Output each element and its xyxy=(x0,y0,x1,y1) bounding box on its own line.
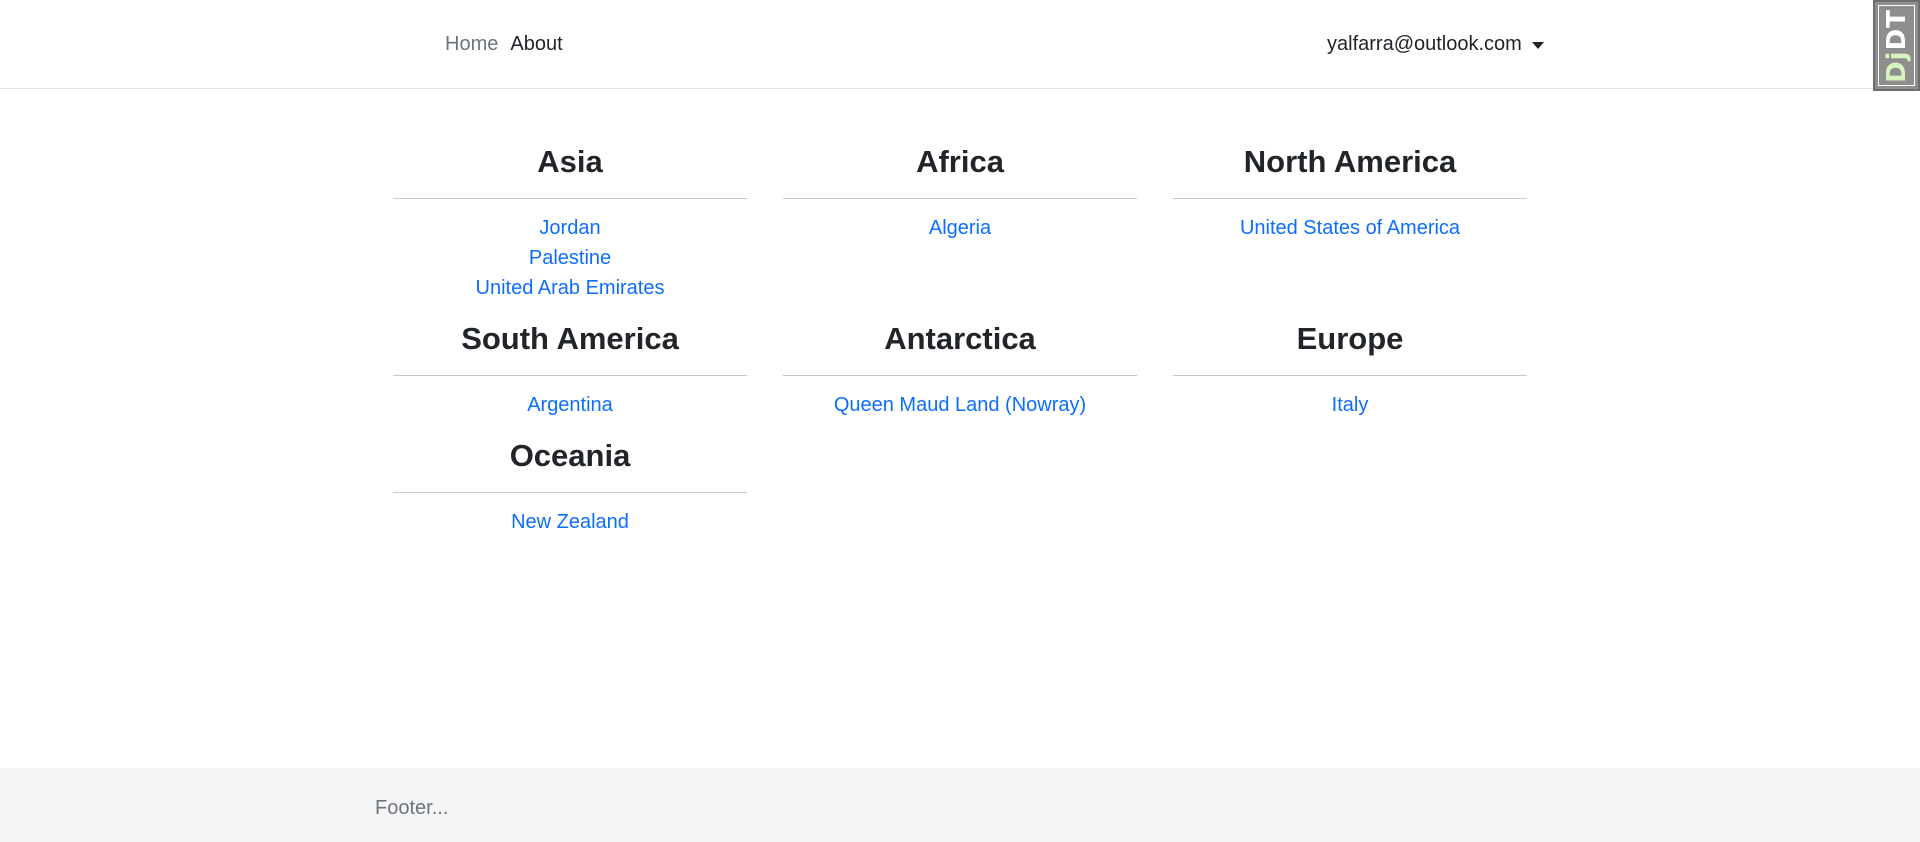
country-link[interactable]: Algeria xyxy=(783,213,1137,243)
divider xyxy=(783,198,1137,199)
divider xyxy=(393,375,747,376)
continent-heading: Oceania xyxy=(509,438,631,473)
caret-down-icon xyxy=(1531,42,1544,49)
country-link[interactable]: United States of America xyxy=(1173,213,1527,243)
country-link[interactable]: Palestine xyxy=(393,243,747,273)
debug-toolbar-logo-dt: DT xyxy=(1881,8,1912,50)
country-list: Queen Maud Land (Nowray) xyxy=(783,390,1137,430)
debug-toolbar-frame: DjDT xyxy=(1878,5,1915,86)
user-email: yalfarra@outlook.com xyxy=(1327,33,1522,55)
continent-section: Antarctica Queen Maud Land (Nowray) xyxy=(783,313,1137,430)
continent-grid: Asia Jordan Palestine United Arab Emirates A… xyxy=(393,136,1527,547)
continent-section: Asia Jordan Palestine United Arab Emirates xyxy=(393,136,747,313)
country-list: Jordan Palestine United Arab Emirates xyxy=(393,213,747,313)
divider xyxy=(1173,375,1527,376)
country-link[interactable]: Queen Maud Land (Nowray) xyxy=(783,390,1137,420)
footer: Footer... xyxy=(0,768,1920,842)
continent-section: Oceania New Zealand xyxy=(393,430,747,547)
country-list: Italy xyxy=(1173,390,1527,430)
country-link[interactable]: Argentina xyxy=(393,390,747,420)
nav-links: Home About xyxy=(445,33,563,56)
continent-section: Africa Algeria xyxy=(783,136,1137,313)
continent-heading: South America xyxy=(461,321,679,356)
country-link[interactable]: Jordan xyxy=(393,213,747,243)
debug-toolbar-handle[interactable]: DjDT xyxy=(1873,0,1920,91)
country-list: Argentina xyxy=(393,390,747,430)
continent-heading: Europe xyxy=(1296,321,1404,356)
debug-toolbar-logo: DjDT xyxy=(1882,9,1912,83)
country-link[interactable]: Italy xyxy=(1173,390,1527,420)
nav-about-link[interactable]: About xyxy=(510,33,562,56)
continent-heading: Africa xyxy=(916,144,1004,179)
divider xyxy=(783,375,1137,376)
country-link[interactable]: New Zealand xyxy=(393,507,747,537)
country-list: New Zealand xyxy=(393,507,747,547)
country-list: United States of America xyxy=(1173,213,1527,253)
continent-heading: North America xyxy=(1243,144,1457,179)
navbar: Home About yalfarra@outlook.com xyxy=(0,0,1920,89)
country-link[interactable]: United Arab Emirates xyxy=(393,273,747,303)
debug-toolbar-logo-dj: Dj xyxy=(1881,49,1912,83)
continent-heading: Antarctica xyxy=(884,321,1036,356)
continent-section: South America Argentina xyxy=(393,313,747,430)
divider xyxy=(1173,198,1527,199)
continent-heading: Asia xyxy=(537,144,603,179)
continent-section: Europe Italy xyxy=(1173,313,1527,430)
user-dropdown[interactable]: yalfarra@outlook.com xyxy=(1327,33,1544,56)
divider xyxy=(393,492,747,493)
country-list: Algeria xyxy=(783,213,1137,253)
nav-home-link[interactable]: Home xyxy=(445,33,498,56)
continent-section: North America United States of America xyxy=(1173,136,1527,313)
divider xyxy=(393,198,747,199)
footer-text: Footer... xyxy=(375,797,449,819)
